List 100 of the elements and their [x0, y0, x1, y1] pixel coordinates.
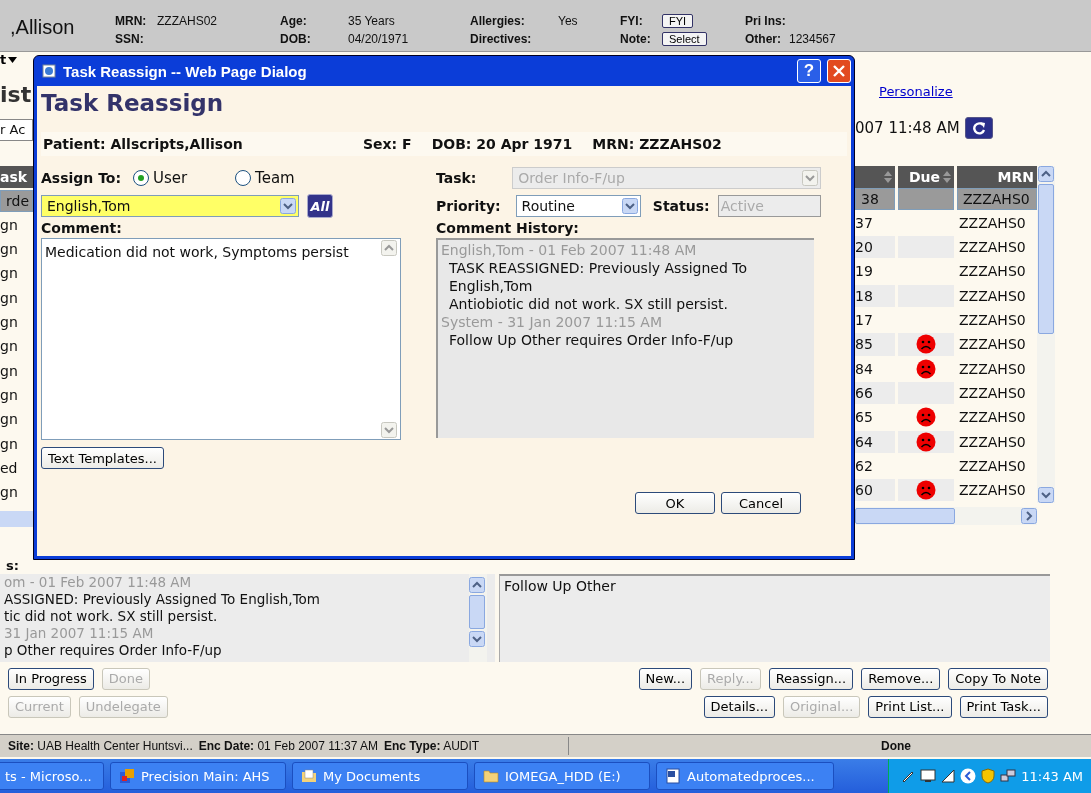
table-cell-text: ZZZAHS0 — [958, 335, 1027, 355]
action-button[interactable]: Print List... — [868, 695, 952, 718]
taskbar-button[interactable]: Precision Main: AHS — [110, 762, 286, 790]
taskbar-button[interactable]: My Documents — [292, 762, 468, 790]
comment-field[interactable]: Medication did not work, Symptoms persist — [41, 238, 401, 440]
table-cell-text: ZZZAHS0 — [958, 213, 1027, 233]
scrollbar[interactable] — [0, 511, 33, 528]
status-text: Site: UAB Health Center Huntsvi... — [8, 739, 193, 754]
table-cell-text: gn — [0, 264, 19, 284]
table-cell-text: 65 — [855, 408, 874, 428]
header-label: Age: — [280, 13, 308, 28]
table-cell-text: ZZZAHS0 — [958, 286, 1027, 306]
header-value: Yes — [558, 13, 578, 28]
assignee-dropdown[interactable]: English,Tom — [41, 195, 299, 217]
action-button[interactable]: Copy To Note — [948, 667, 1048, 690]
comments-label: s: — [6, 557, 20, 574]
header-label: Pri Ins: — [745, 13, 786, 28]
header-label: DOB: — [280, 31, 312, 46]
action-button[interactable]: In Progress — [8, 667, 94, 690]
refresh-icon — [970, 120, 987, 135]
menu-button[interactable]: t — [0, 52, 7, 68]
table-cell-text: gn — [0, 483, 19, 503]
header-value: 1234567 — [789, 31, 836, 46]
dialog-heading: Task Reassign — [41, 90, 225, 118]
table-cell-text: ZZZAHS0 — [958, 359, 1027, 379]
table-cell-text: ZZZAHS0 — [958, 238, 1027, 258]
patient-field: MRN: ZZZAHS02 — [592, 136, 722, 152]
table-cell-text: 17 — [855, 311, 874, 331]
table-cell-text: gn — [0, 240, 19, 260]
network-icon[interactable] — [1000, 769, 1017, 783]
action-button[interactable]: Reassign... — [768, 667, 854, 690]
table-cell: rde — [0, 189, 33, 212]
header-label: SSN: — [115, 31, 145, 46]
taskbar-button[interactable]: ts - Microso... — [0, 762, 104, 790]
column-header[interactable]: ask — [0, 165, 33, 188]
scroll-thumb[interactable] — [1038, 183, 1054, 334]
dialog-button[interactable]: Cancel — [721, 492, 801, 514]
triangle-icon[interactable] — [941, 769, 956, 783]
shield-icon[interactable] — [981, 768, 996, 784]
table-cell-text: gn — [0, 215, 19, 235]
patient-field: DOB: 20 Apr 1971 — [431, 136, 573, 152]
header-label: FYI: — [620, 13, 644, 28]
header-value: 04/20/1971 — [348, 31, 409, 46]
table-cell-text: gn — [0, 434, 19, 454]
history-header: English,Tom - 01 Feb 2007 11:48 AM — [441, 241, 698, 259]
patient-name: ,Allison — [10, 16, 76, 39]
chevron-icon[interactable] — [960, 768, 977, 784]
action-button[interactable]: Details... — [703, 695, 776, 718]
header-button[interactable]: FYI — [662, 13, 694, 28]
field-label: Assign To: — [41, 170, 122, 186]
table-cell: 64 — [855, 430, 895, 453]
radio-label[interactable]: User — [153, 169, 188, 187]
timestamp: 007 11:48 AM — [855, 118, 960, 137]
column-header[interactable] — [855, 165, 895, 188]
table-cell-text: ed — [0, 458, 19, 478]
sort-icon[interactable] — [943, 170, 951, 183]
table-cell-text: gn — [0, 410, 19, 430]
history-text: tic did not work. SX still persist. — [4, 607, 219, 625]
radio-button[interactable] — [235, 170, 252, 186]
dialog-button[interactable]: OK — [635, 492, 715, 514]
table-cell-text: gn — [0, 313, 19, 333]
caret-icon[interactable] — [8, 56, 18, 63]
close-button[interactable] — [827, 59, 851, 83]
table-cell-text: ZZZAHS0 — [958, 311, 1027, 331]
priority-dropdown[interactable]: Routine — [515, 195, 641, 217]
header-value: ZZZAHS02 — [157, 13, 217, 28]
status-text: Enc Type: AUDIT — [384, 739, 480, 754]
table-cell-text: 62 — [855, 456, 874, 476]
history-text: TASK REASSIGNED: Previously Assigned To English,Tom — [448, 259, 749, 295]
help-button[interactable]: ? — [797, 59, 821, 83]
action-button[interactable]: Print Task... — [959, 695, 1048, 718]
text-templates-button[interactable]: Text Templates... — [41, 447, 164, 469]
table-cell-text: 37 — [855, 213, 874, 233]
taskbar-button[interactable]: IOMEGA_HDD (E:) — [474, 762, 650, 790]
sort-icon[interactable] — [884, 170, 892, 183]
action-button[interactable]: New... — [638, 667, 693, 690]
table-cell-text: ZZZAHS0 — [958, 481, 1027, 501]
table-cell: 20 — [855, 236, 895, 259]
pen-icon[interactable] — [901, 769, 916, 783]
scroll-thumb[interactable] — [855, 508, 955, 525]
column-header[interactable]: MRN — [957, 165, 1037, 188]
radio-button[interactable] — [133, 170, 150, 186]
monitor-icon[interactable] — [920, 769, 937, 783]
table-cell: 60 — [855, 479, 895, 502]
action-button[interactable]: Remove... — [861, 667, 941, 690]
header-button[interactable]: Select — [662, 31, 707, 46]
all-button[interactable]: All — [307, 194, 333, 218]
radio-label[interactable]: Team — [255, 169, 295, 187]
refresh-button[interactable] — [964, 116, 993, 139]
personalize-link[interactable]: Personalize — [879, 83, 953, 99]
window-title: Task Reassign -- Web Page Dialog — [63, 62, 307, 80]
table-cell-text: gn — [0, 337, 19, 357]
folder-icon — [301, 768, 317, 784]
scroll-thumb[interactable] — [469, 594, 485, 629]
status-text: Enc Date: 01 Feb 2007 11:37 AM — [198, 739, 378, 754]
history-text: Follow Up Other requires Order Info-F/up — [448, 331, 735, 349]
filter-field[interactable]: r Ac — [0, 118, 33, 141]
app-icon — [119, 768, 135, 784]
taskbar-button[interactable]: Automatedproces... — [656, 762, 834, 790]
history-header: om - 01 Feb 2007 11:48 AM — [4, 573, 193, 591]
